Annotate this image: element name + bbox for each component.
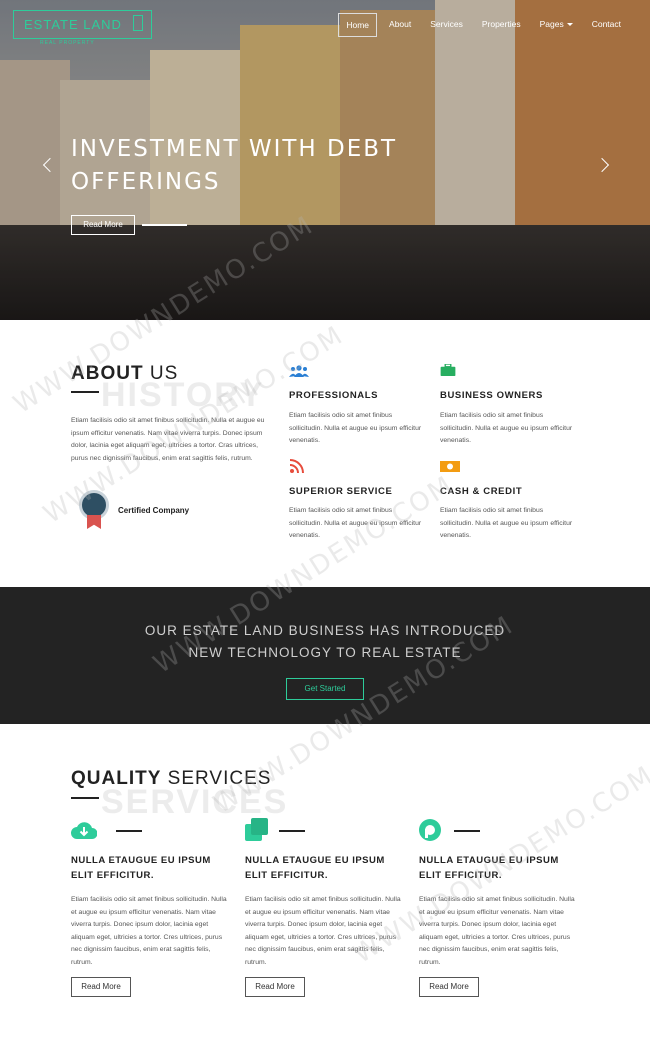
about-title-light: US [149, 363, 179, 384]
about-title-underline [71, 391, 99, 393]
service-divider [454, 830, 480, 832]
rss-icon [290, 459, 304, 473]
nav-properties[interactable]: Properties [475, 13, 528, 37]
nav-about[interactable]: About [382, 13, 418, 37]
cta-line-2: NEW TECHNOLOGY TO REAL ESTATE [188, 645, 462, 660]
service-read-more-button[interactable]: Read More [71, 977, 131, 997]
services-title-underline [71, 797, 99, 799]
feature-title: BUSINESS OWNERS [440, 390, 543, 401]
service-text: Etiam facilisis odio sit amet finibus so… [419, 896, 575, 966]
main-nav: Home About Services Properties Pages Con… [333, 13, 628, 37]
cash-icon [440, 461, 460, 472]
hero-divider [142, 224, 187, 226]
feature-text: Etiam facilisis odio sit amet finibus so… [289, 412, 422, 445]
nav-services[interactable]: Services [423, 13, 470, 37]
hero-read-more-button[interactable]: Read More [71, 215, 135, 235]
ribbon-icon [87, 515, 101, 529]
hero-title: INVESTMENT WITH DEBT OFFERINGS [71, 136, 398, 195]
cloud-download-icon [71, 822, 97, 839]
about-text: Etiam facilisis odio sit amet finibus so… [71, 417, 265, 462]
services-title-bold: QUALITY [71, 768, 162, 789]
feature-text: Etiam facilisis odio sit amet finibus so… [440, 507, 573, 540]
logo-tagline: REAL PROPERTY [40, 40, 95, 46]
nav-contact[interactable]: Contact [585, 13, 628, 37]
circle-play-icon [419, 819, 441, 841]
caret-down-icon [566, 23, 573, 27]
service-read-more-button[interactable]: Read More [419, 977, 479, 997]
service-title: NULLA ETAUGUE EU IPSUM ELIT EFFICITUR. [71, 855, 211, 881]
feature-text: Etiam facilisis odio sit amet finibus so… [440, 412, 573, 445]
briefcase-icon [440, 364, 456, 376]
feature-text: Etiam facilisis odio sit amet finibus so… [289, 507, 422, 540]
feature-title: SUPERIOR SERVICE [289, 486, 393, 497]
services-title-light: SERVICES [167, 768, 272, 789]
nav-pages[interactable]: Pages [533, 13, 580, 37]
cta-text: OUR ESTATE LAND BUSINESS HAS INTRODUCED … [0, 620, 650, 664]
copy-icon [245, 818, 268, 841]
service-divider [279, 830, 305, 832]
feature-title: CASH & CREDIT [440, 486, 523, 497]
nav-pages-label: Pages [539, 19, 564, 29]
get-started-button[interactable]: Get Started [286, 678, 364, 700]
services-title: QUALITY SERVICES [71, 768, 271, 790]
hero-banner: ESTATE LAND REAL PROPERTY Home About Ser… [0, 0, 650, 320]
about-title: ABOUT US [71, 363, 178, 385]
page: { "header": { "logo": "ESTATE LAND", "lo… [0, 0, 650, 1049]
logo[interactable]: ESTATE LAND [13, 10, 152, 39]
certified-label: Certified Company [118, 506, 190, 515]
logo-text: ESTATE LAND [24, 17, 122, 32]
cta-line-1: OUR ESTATE LAND BUSINESS HAS INTRODUCED [144, 623, 506, 638]
service-text: Etiam facilisis odio sit amet finibus so… [71, 896, 227, 966]
building-icon [133, 15, 143, 31]
service-title: NULLA ETAUGUE EU IPSUM ELIT EFFICITUR. [245, 855, 385, 881]
service-title: NULLA ETAUGUE EU IPSUM ELIT EFFICITUR. [419, 855, 559, 881]
nav-home[interactable]: Home [338, 13, 378, 37]
service-read-more-button[interactable]: Read More [245, 977, 305, 997]
users-icon [289, 365, 309, 377]
about-title-bold: ABOUT [71, 363, 144, 384]
service-divider [116, 830, 142, 832]
service-text: Etiam facilisis odio sit amet finibus so… [245, 896, 401, 966]
feature-title: PROFESSIONALS [289, 390, 379, 401]
